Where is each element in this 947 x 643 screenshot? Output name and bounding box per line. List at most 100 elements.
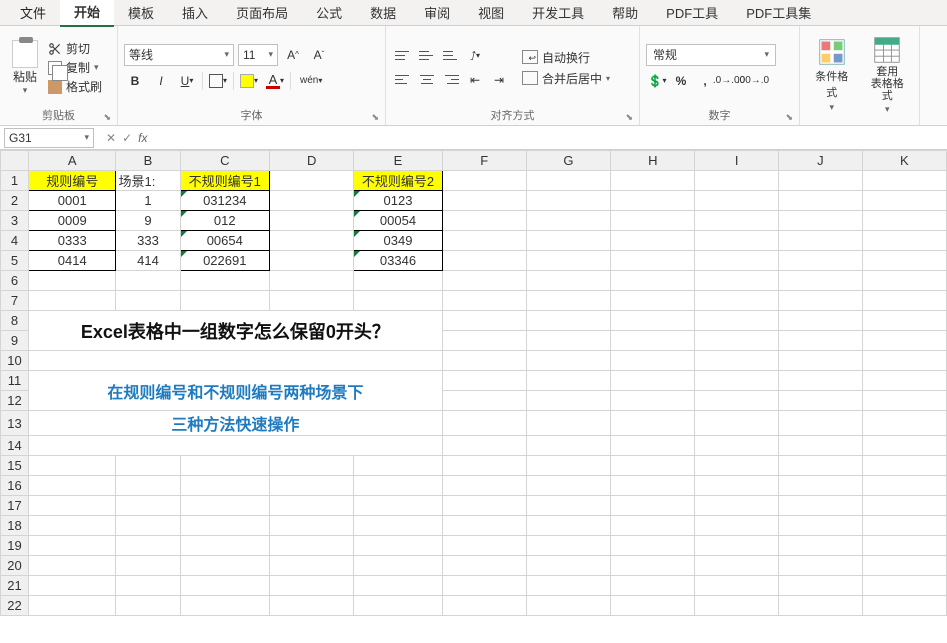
cell[interactable] — [29, 516, 116, 536]
increase-indent-button[interactable]: ⇥ — [488, 69, 510, 91]
row-header[interactable]: 12 — [1, 391, 29, 411]
cell[interactable] — [695, 576, 779, 596]
cell[interactable] — [442, 351, 526, 371]
cell[interactable] — [180, 456, 269, 476]
cell[interactable] — [442, 311, 526, 331]
cell[interactable] — [611, 391, 695, 411]
font-name-combo[interactable]: 等线▾ — [124, 44, 234, 66]
cell[interactable] — [270, 576, 354, 596]
decrease-indent-button[interactable]: ⇤ — [464, 69, 486, 91]
conditional-format-button[interactable]: 条件格式 ▾ — [806, 38, 858, 113]
cell[interactable] — [442, 536, 526, 556]
cell[interactable]: 00054 — [354, 211, 442, 231]
cell[interactable] — [442, 436, 526, 456]
cell[interactable]: 0123 — [354, 191, 442, 211]
cell[interactable] — [442, 596, 526, 616]
cell[interactable] — [862, 576, 946, 596]
cell[interactable] — [611, 311, 695, 331]
cell[interactable]: 022691 — [180, 251, 269, 271]
cell[interactable] — [270, 251, 354, 271]
row-header[interactable]: 6 — [1, 271, 29, 291]
wrap-text-button[interactable]: ↩ 自动换行 — [522, 49, 610, 66]
align-top-button[interactable] — [392, 45, 414, 67]
col-header[interactable]: E — [354, 151, 442, 171]
cell[interactable] — [270, 516, 354, 536]
cell[interactable]: 031234 — [180, 191, 269, 211]
cell[interactable] — [270, 271, 354, 291]
number-format-combo[interactable]: 常规▾ — [646, 44, 776, 66]
cell[interactable] — [611, 331, 695, 351]
cell[interactable] — [862, 456, 946, 476]
cell[interactable] — [695, 596, 779, 616]
cell[interactable] — [526, 556, 610, 576]
cell[interactable] — [29, 271, 116, 291]
cell[interactable]: 场景1: — [116, 171, 180, 191]
tab-review[interactable]: 审阅 — [410, 0, 464, 26]
cell[interactable] — [270, 456, 354, 476]
cell[interactable] — [778, 536, 862, 556]
cancel-formula-button[interactable]: ✕ — [106, 131, 116, 145]
cell[interactable] — [695, 311, 779, 331]
cell[interactable] — [862, 596, 946, 616]
italic-button[interactable]: I — [150, 70, 172, 92]
cell[interactable] — [270, 231, 354, 251]
cell[interactable] — [526, 456, 610, 476]
cell[interactable] — [778, 271, 862, 291]
row-header[interactable]: 22 — [1, 596, 29, 616]
cell[interactable] — [526, 211, 610, 231]
cell[interactable] — [695, 331, 779, 351]
cell[interactable] — [442, 211, 526, 231]
cell[interactable] — [116, 476, 180, 496]
cell[interactable] — [29, 476, 116, 496]
cell[interactable] — [611, 556, 695, 576]
cell[interactable] — [862, 516, 946, 536]
increase-font-button[interactable]: A^ — [282, 44, 304, 66]
cell[interactable] — [862, 291, 946, 311]
row-header[interactable]: 8 — [1, 311, 29, 331]
cell[interactable]: 不规则编号2 — [354, 171, 442, 191]
cell[interactable]: 0001 — [29, 191, 116, 211]
cell[interactable] — [442, 496, 526, 516]
banner-sub2-cell[interactable]: 三种方法快速操作 — [29, 411, 443, 436]
row-header[interactable]: 11 — [1, 371, 29, 391]
row-header[interactable]: 9 — [1, 331, 29, 351]
table-format-button[interactable]: 套用 表格格式 ▾ — [862, 36, 914, 115]
cell[interactable] — [862, 556, 946, 576]
cell[interactable] — [354, 516, 442, 536]
col-header[interactable]: K — [862, 151, 946, 171]
cell[interactable] — [695, 351, 779, 371]
cell[interactable] — [442, 411, 526, 436]
row-header[interactable]: 10 — [1, 351, 29, 371]
cell[interactable] — [442, 391, 526, 411]
cell[interactable]: 不规则编号1 — [180, 171, 269, 191]
col-header[interactable]: I — [695, 151, 779, 171]
row-header[interactable]: 16 — [1, 476, 29, 496]
cell[interactable] — [778, 211, 862, 231]
cell[interactable] — [862, 211, 946, 231]
cell[interactable] — [526, 596, 610, 616]
cell[interactable] — [270, 476, 354, 496]
fill-color-button[interactable]: ▾ — [238, 70, 260, 92]
clipboard-launcher[interactable]: ⬊ — [103, 112, 111, 123]
cell[interactable] — [778, 351, 862, 371]
tab-layout[interactable]: 页面布局 — [222, 0, 302, 26]
col-header[interactable]: B — [116, 151, 180, 171]
cell[interactable] — [778, 291, 862, 311]
cell[interactable] — [29, 596, 116, 616]
cell[interactable] — [611, 351, 695, 371]
cell[interactable]: 00654 — [180, 231, 269, 251]
cell[interactable] — [526, 351, 610, 371]
cell[interactable] — [442, 371, 526, 391]
cell[interactable] — [778, 331, 862, 351]
row-header[interactable]: 20 — [1, 556, 29, 576]
cell[interactable] — [116, 596, 180, 616]
cell[interactable] — [180, 516, 269, 536]
cell[interactable]: 规则编号 — [29, 171, 116, 191]
tab-formula[interactable]: 公式 — [302, 0, 356, 26]
merge-center-button[interactable]: 合并后居中 ▾ — [522, 70, 610, 87]
cell[interactable] — [526, 291, 610, 311]
cell[interactable] — [695, 211, 779, 231]
name-box[interactable]: G31 ▾ — [4, 128, 94, 148]
cell[interactable] — [180, 556, 269, 576]
tab-dev[interactable]: 开发工具 — [518, 0, 598, 26]
